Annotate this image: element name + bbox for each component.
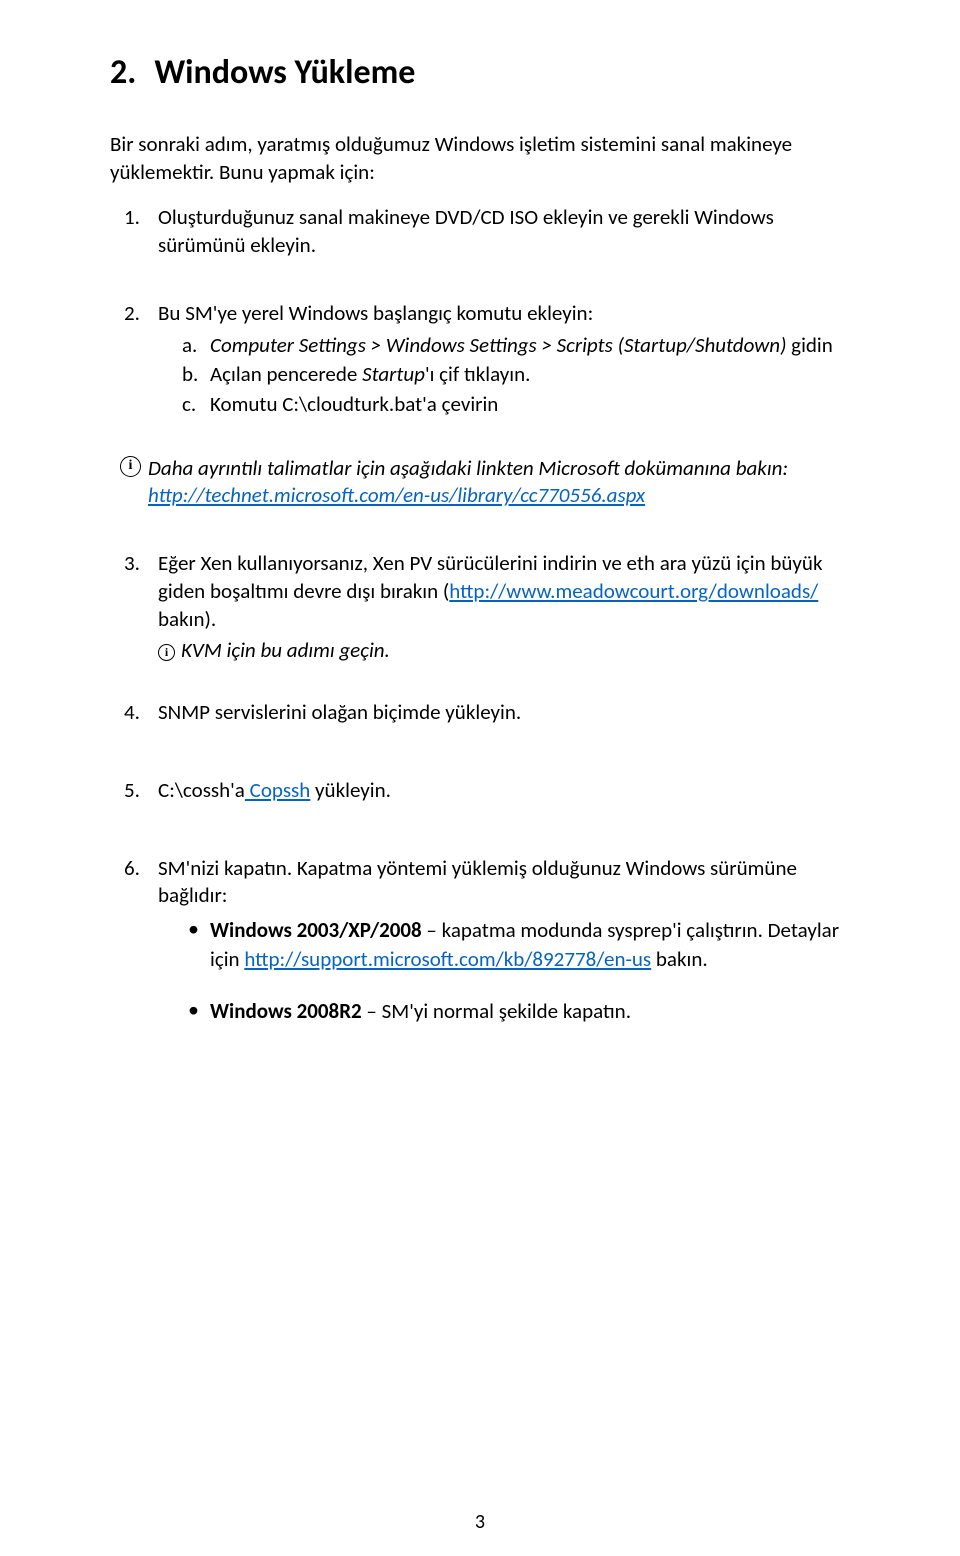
section-heading: 2. Windows Yükleme [110,52,850,93]
step-2-sublist: a. Computer Settings > Windows Settings … [182,332,850,419]
meadowcourt-link[interactable]: http://www.meadowcourt.org/downloads/ [449,578,818,604]
support-link[interactable]: http://support.microsoft.com/kb/892778/e… [244,946,651,972]
step-3-after: bakın). [158,606,216,632]
bullet1-after: bakın. [651,946,708,972]
copssh-link[interactable]: Copssh [245,777,310,803]
step-3-note: i KVM için bu adımı geçin. [158,637,850,665]
step-2a-path: Computer Settings > Windows Settings > S… [210,332,786,358]
step-1: 1. Oluşturduğunuz sanal makineye DVD/CD … [110,204,850,259]
step-marker: 2. [124,300,140,328]
step-6-bullet-1: Windows 2003/XP/2008 – kapatma modunda s… [182,916,850,975]
substep-marker: a. [182,332,197,360]
step-1-text: Oluşturduğunuz sanal makineye DVD/CD ISO… [158,204,774,258]
instruction-list-cont: 3. Eğer Xen kullanıyorsanız, Xen PV sürü… [110,550,850,1026]
step-6-text: SM'nizi kapatın. Kapatma yöntemi yüklemi… [158,855,797,909]
step-2c-text: Komutu C:\cloudturk.bat'a çevirin [210,391,498,417]
step-5-before: C:\cossh'a [158,777,245,803]
info-icon: i [158,644,175,661]
step-3-note-text: KVM için bu adımı geçin. [181,637,390,663]
substep-marker: b. [182,361,198,389]
step-marker: 1. [124,204,140,232]
step-6-bullet-2: Windows 2008R2 – SM'yi normal şekilde ka… [182,997,850,1026]
step-marker: 6. [124,855,140,883]
step-2b-em: Startup [362,361,425,387]
step-6: 6. SM'nizi kapatın. Kapatma yöntemi yükl… [110,855,850,1027]
step-5-after: yükleyin. [310,777,391,803]
step-5: 5. C:\cossh'a Copssh yükleyin. [110,777,850,805]
technet-link[interactable]: http://technet.microsoft.com/en-us/libra… [148,482,645,508]
bullet2-strong: Windows 2008R2 [210,998,362,1024]
step-2c: c. Komutu C:\cloudturk.bat'a çevirin [182,391,850,419]
bullet1-strong: Windows 2003/XP/2008 [210,917,422,943]
instruction-list: 1. Oluşturduğunuz sanal makineye DVD/CD … [110,204,850,418]
step-marker: 4. [124,699,140,727]
step-2: 2. Bu SM'ye yerel Windows başlangıç komu… [110,300,850,419]
info-note: i Daha ayrıntılı talimatlar için aşağıda… [148,455,850,510]
step-marker: 3. [124,550,140,578]
step-3: 3. Eğer Xen kullanıyorsanız, Xen PV sürü… [110,550,850,665]
intro-paragraph: Bir sonraki adım, yaratmış olduğumuz Win… [110,131,850,186]
step-4-text: SNMP servislerini olağan biçimde yükleyi… [158,699,521,725]
step-4: 4. SNMP servislerini olağan biçimde yükl… [110,699,850,727]
step-2a: a. Computer Settings > Windows Settings … [182,332,850,360]
info-note-text: Daha ayrıntılı talimatlar için aşağıdaki… [148,455,788,481]
step-2a-after: gidin [786,332,832,358]
step-6-bullets: Windows 2003/XP/2008 – kapatma modunda s… [182,916,850,1026]
substep-marker: c. [182,391,196,419]
step-2-text: Bu SM'ye yerel Windows başlangıç komutu … [158,300,593,326]
step-2b-after: 'ı çif tıklayın. [425,361,530,387]
heading-number: 2. [110,52,136,93]
info-icon: i [120,456,141,477]
bullet2-rest: – SM'yi normal şekilde kapatın. [362,998,631,1024]
document-page: 2. Windows Yükleme Bir sonraki adım, yara… [0,0,960,1556]
page-number: 3 [0,1510,960,1534]
heading-title: Windows Yükleme [154,52,415,93]
step-marker: 5. [124,777,140,805]
step-2b: b. Açılan pencerede Startup'ı çif tıklay… [182,361,850,389]
step-2b-before: Açılan pencerede [210,361,362,387]
